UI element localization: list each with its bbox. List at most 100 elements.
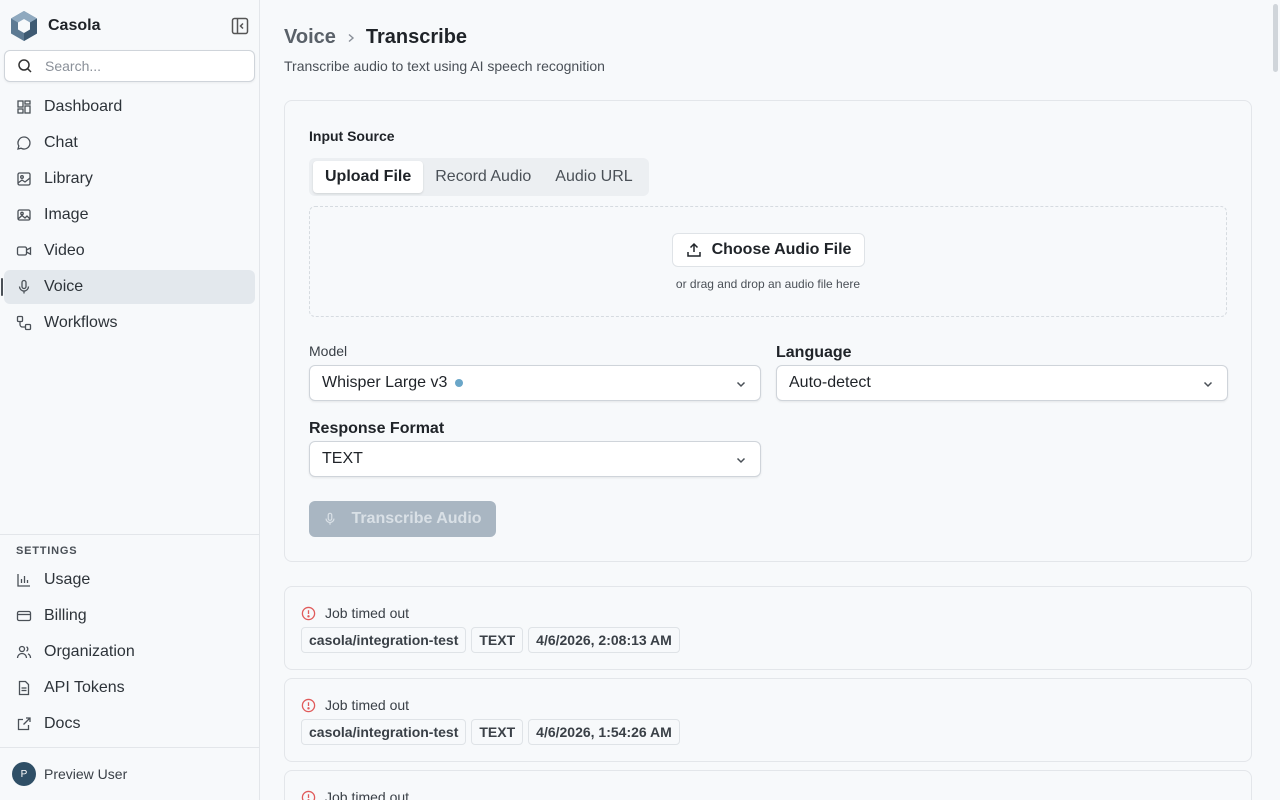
tab-audio-url[interactable]: Audio URL (543, 161, 644, 193)
credit-card-icon (16, 608, 32, 624)
job-card[interactable]: Job timed out (284, 770, 1252, 800)
nav-label: Docs (44, 715, 81, 732)
choose-audio-file-button[interactable]: Choose Audio File (672, 233, 865, 267)
sidebar-collapse-icon[interactable] (230, 16, 250, 36)
job-format-tag: TEXT (471, 719, 524, 745)
job-status: Job timed out (301, 605, 409, 621)
user-name: Preview User (44, 766, 128, 782)
status-dot (455, 379, 464, 387)
transcribe-audio-button[interactable]: Transcribe Audio (309, 501, 496, 537)
casola-logo-icon (11, 11, 37, 41)
job-time-tag: 4/6/2026, 1:54:26 AM (528, 719, 680, 745)
job-tags: casola/integration-test TEXT 4/6/2026, 2… (301, 627, 685, 653)
nav-label: Image (44, 206, 89, 223)
model-select[interactable]: Whisper Large v3 (309, 365, 761, 401)
microphone-icon (323, 512, 337, 526)
chevron-down-icon (734, 377, 748, 391)
users-icon (16, 644, 32, 660)
search-icon (18, 59, 32, 73)
upload-icon (686, 242, 702, 258)
transcribe-audio-label: Transcribe Audio (351, 510, 482, 527)
page-subtitle: Transcribe audio to text using AI speech… (284, 58, 605, 74)
chevron-down-icon (734, 453, 748, 467)
external-link-icon (16, 716, 32, 732)
job-tags: casola/integration-test TEXT 4/6/2026, 1… (301, 719, 685, 745)
chat-icon (16, 135, 32, 151)
dropzone-hint: or drag and drop an audio file here (675, 277, 861, 291)
nav-label: API Tokens (44, 679, 125, 696)
job-status: Job timed out (301, 789, 409, 800)
nav-item-voice[interactable]: Voice (1, 270, 255, 304)
alert-circle-icon (301, 790, 316, 800)
job-card[interactable]: Job timed out casola/integration-test TE… (284, 678, 1252, 762)
nav-item-api-tokens[interactable]: API Tokens (4, 671, 255, 705)
main-nav: Dashboard Chat Library Image Video Voice… (1, 90, 255, 342)
alert-circle-icon (301, 606, 316, 621)
nav-label: Organization (44, 643, 135, 660)
tab-upload-file[interactable]: Upload File (313, 161, 424, 193)
nav-label: Chat (44, 134, 78, 151)
image-icon (16, 207, 32, 223)
tab-record-audio[interactable]: Record Audio (423, 161, 543, 193)
nav-label: Library (44, 170, 93, 187)
nav-item-image[interactable]: Image (4, 198, 255, 232)
input-source-tabs: Upload File Record Audio Audio URL (309, 158, 649, 196)
input-source-label: Input Source (309, 128, 395, 144)
divider (0, 747, 259, 748)
nav-label: Usage (44, 571, 91, 588)
app-name: Casola (48, 17, 101, 34)
nav-label: Workflows (44, 314, 118, 331)
settings-nav: Usage Billing Organization API Tokens Do… (4, 563, 255, 743)
search-input[interactable] (45, 58, 235, 74)
language-select[interactable]: Auto-detect (776, 365, 1228, 401)
nav-item-video[interactable]: Video (4, 234, 255, 268)
avatar: P (12, 762, 36, 786)
nav-label: Billing (44, 607, 87, 624)
job-model-tag: casola/integration-test (301, 627, 467, 653)
video-icon (16, 243, 32, 259)
nav-item-workflows[interactable]: Workflows (4, 306, 255, 340)
nav-item-dashboard[interactable]: Dashboard (4, 90, 255, 124)
breadcrumb-voice[interactable]: Voice (284, 26, 336, 49)
job-status-text: Job timed out (325, 789, 410, 800)
user-menu[interactable]: P Preview User (12, 762, 127, 786)
file-dropzone[interactable]: Choose Audio File or drag and drop an au… (309, 206, 1227, 317)
nav-item-billing[interactable]: Billing (4, 599, 255, 633)
nav-item-chat[interactable]: Chat (4, 126, 255, 160)
alert-circle-icon (301, 698, 316, 713)
nav-label: Video (44, 242, 85, 259)
nav-item-organization[interactable]: Organization (4, 635, 255, 669)
job-status: Job timed out (301, 697, 409, 713)
job-card[interactable]: Job timed out casola/integration-test TE… (284, 586, 1252, 670)
search-box[interactable] (4, 50, 255, 82)
response-format-select[interactable]: TEXT (309, 441, 761, 477)
dashboard-icon (16, 99, 32, 115)
workflow-icon (16, 315, 32, 331)
language-label: Language (776, 344, 852, 361)
nav-item-library[interactable]: Library (4, 162, 255, 196)
response-format-value: TEXT (322, 450, 363, 467)
library-icon (16, 171, 32, 187)
brand[interactable]: Casola (8, 8, 254, 44)
chevron-down-icon (1201, 377, 1215, 391)
main-content: Voice Transcribe Transcribe audio to tex… (260, 0, 1280, 800)
nav-item-usage[interactable]: Usage (4, 563, 255, 597)
bar-chart-icon (16, 572, 32, 588)
document-icon (16, 680, 32, 696)
page-title: Transcribe (365, 26, 468, 48)
model-value: Whisper Large v3 (322, 374, 448, 391)
choose-audio-file-label: Choose Audio File (711, 241, 852, 258)
chevron-right-icon (346, 33, 356, 43)
job-model-tag: casola/integration-test (301, 719, 467, 745)
language-value: Auto-detect (789, 374, 871, 391)
scrollbar-thumb[interactable] (1273, 4, 1278, 72)
job-status-text: Job timed out (325, 697, 410, 713)
nav-item-docs[interactable]: Docs (4, 707, 255, 741)
response-format-label: Response Format (309, 420, 445, 437)
job-time-tag: 4/6/2026, 2:08:13 AM (528, 627, 680, 653)
microphone-icon (16, 279, 32, 295)
settings-heading: SETTINGS (16, 545, 78, 557)
job-status-text: Job timed out (325, 605, 410, 621)
nav-label: Dashboard (44, 98, 123, 115)
divider (0, 534, 259, 535)
